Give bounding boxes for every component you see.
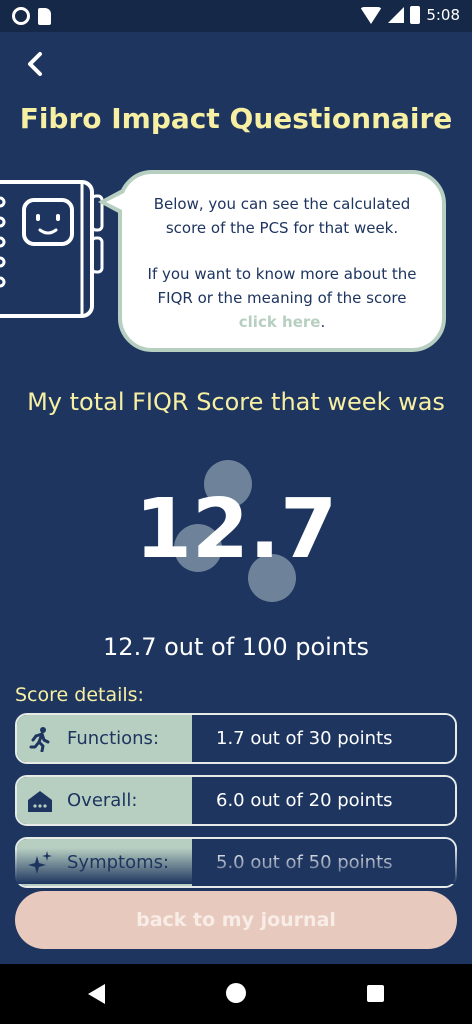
sparkles-icon [28, 850, 52, 874]
detail-value: 6.0 out of 20 points [192, 777, 455, 824]
click-here-link[interactable]: click here [239, 313, 321, 331]
notification-circle-icon [12, 7, 30, 25]
detail-row-functions: Functions: 1.7 out of 30 points [15, 713, 457, 764]
detail-name: Functions: [67, 728, 160, 749]
house-icon [28, 790, 52, 812]
wifi-icon [360, 6, 383, 24]
detail-value: 1.7 out of 30 points [192, 715, 455, 762]
detail-row-overall: Overall: 6.0 out of 20 points [15, 775, 457, 826]
back-to-journal-button[interactable]: back to my journal [15, 891, 457, 949]
system-navigation-bar [0, 964, 472, 1024]
chevron-left-icon[interactable] [22, 50, 50, 78]
nav-recents-icon[interactable] [367, 985, 384, 1002]
bubble-text-more-info: If you want to know more about the FIQR … [138, 262, 426, 334]
score-details-label: Score details: [15, 684, 144, 706]
detail-row-label-cell: Functions: [17, 715, 192, 762]
detail-row-symptoms: Symptoms: 5.0 out of 50 points [15, 837, 457, 888]
detail-name: Symptoms: [67, 852, 170, 873]
info-speech-bubble: Below, you can see the calculated score … [118, 170, 446, 352]
sd-card-icon [38, 7, 51, 25]
score-value: 12.7 [134, 482, 338, 577]
score-heading: My total FIQR Score that week was [27, 388, 445, 416]
status-bar: 5:08 [0, 0, 472, 32]
bubble-text-suffix: . [320, 313, 326, 331]
bubble-text-pcs: Below, you can see the calculated score … [153, 195, 411, 237]
score-summary: 12.7 out of 100 points [103, 633, 369, 661]
detail-row-label-cell: Overall: [17, 777, 192, 824]
cell-signal-icon [388, 7, 405, 23]
status-left-icons [12, 7, 51, 25]
status-right-icons: 5:08 [360, 6, 460, 24]
detail-row-label-cell: Symptoms: [17, 839, 192, 886]
speech-bubble-tail-inner [106, 192, 126, 212]
detail-name: Overall: [67, 790, 138, 811]
nav-back-icon[interactable] [88, 984, 105, 1004]
battery-icon [410, 6, 421, 24]
journal-mascot-icon [0, 180, 104, 318]
page-title: Fibro Impact Questionnaire [19, 102, 453, 135]
detail-value: 5.0 out of 50 points [192, 839, 455, 886]
bubble-text-fiqr: If you want to know more about the FIQR … [147, 265, 417, 307]
nav-home-icon[interactable] [226, 983, 246, 1003]
status-time: 5:08 [426, 6, 460, 24]
running-person-icon [29, 726, 50, 752]
